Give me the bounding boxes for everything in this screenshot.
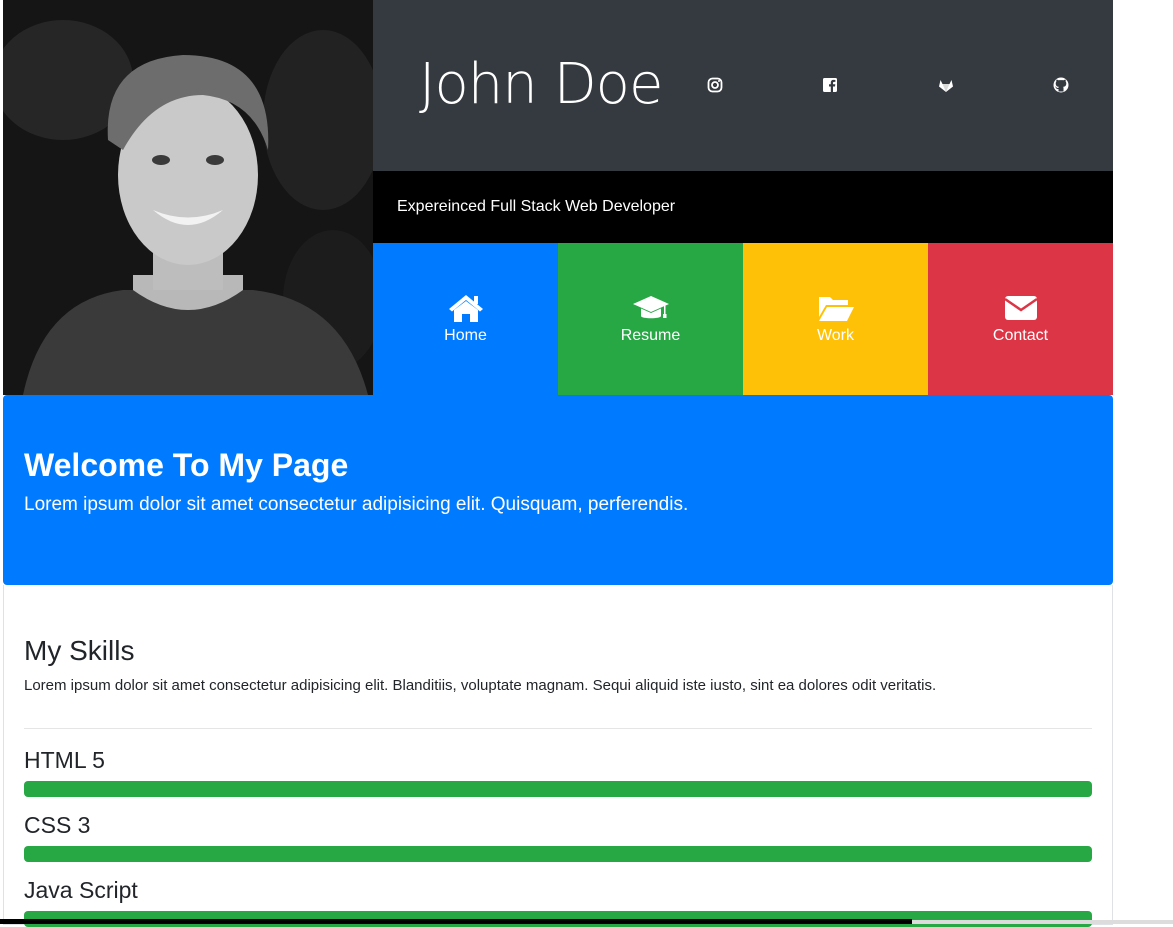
window-edge bbox=[0, 919, 912, 924]
skill-css: CSS 3 bbox=[24, 812, 1092, 862]
menu-item-work[interactable]: Work bbox=[743, 243, 928, 395]
welcome-jumbotron: Welcome To My Page Lorem ipsum dolor sit… bbox=[3, 395, 1113, 585]
folder-open-icon bbox=[818, 297, 854, 321]
home-icon bbox=[448, 295, 483, 322]
skills-description: Lorem ipsum dolor sit amet consectetur a… bbox=[24, 677, 937, 694]
welcome-title: Welcome To My Page bbox=[24, 447, 349, 483]
skill-html: HTML 5 bbox=[24, 747, 1092, 797]
menu-item-label: Work bbox=[816, 327, 855, 344]
menu-item-resume[interactable]: Resume bbox=[558, 243, 743, 395]
gitlab-icon[interactable] bbox=[934, 73, 958, 97]
profile-photo bbox=[3, 0, 373, 395]
window-edge bbox=[912, 920, 1173, 924]
header-right: John Doe Expereinced Full Stack Web Deve… bbox=[373, 0, 1113, 395]
name-bar: John Doe bbox=[373, 0, 1113, 171]
facebook-icon[interactable] bbox=[818, 73, 842, 97]
graduation-cap-icon bbox=[632, 296, 669, 319]
github-icon[interactable] bbox=[1049, 73, 1073, 97]
instagram-icon[interactable] bbox=[703, 73, 727, 97]
skill-name: CSS 3 bbox=[24, 812, 91, 838]
tagline: Expereinced Full Stack Web Developer bbox=[397, 198, 676, 215]
social-links bbox=[703, 73, 1073, 97]
menu-item-label: Home bbox=[444, 327, 487, 344]
welcome-text: Lorem ipsum dolor sit amet consectetur a… bbox=[24, 494, 689, 515]
main-menu: Home Resume Work Contact bbox=[373, 243, 1113, 395]
menu-item-home[interactable]: Home bbox=[373, 243, 558, 395]
progress-bar bbox=[24, 781, 1092, 797]
page-title: John Doe bbox=[419, 52, 663, 117]
skills-title: My Skills bbox=[24, 635, 135, 666]
progress-fill bbox=[24, 846, 1092, 862]
envelope-icon bbox=[1003, 296, 1038, 320]
page-container: John Doe Expereinced Full Stack Web Deve… bbox=[3, 0, 1113, 927]
skills-section: My Skills Lorem ipsum dolor sit amet con… bbox=[3, 585, 1113, 927]
menu-item-label: Contact bbox=[992, 327, 1049, 344]
header-section: John Doe Expereinced Full Stack Web Deve… bbox=[3, 0, 1113, 395]
divider bbox=[24, 728, 1092, 729]
menu-item-label: Resume bbox=[620, 327, 681, 344]
progress-bar bbox=[24, 846, 1092, 862]
tagline-bar: Expereinced Full Stack Web Developer bbox=[373, 171, 1113, 243]
skill-name: Java Script bbox=[24, 877, 138, 903]
menu-item-contact[interactable]: Contact bbox=[928, 243, 1113, 395]
progress-fill bbox=[24, 781, 1092, 797]
skill-name: HTML 5 bbox=[24, 747, 105, 773]
